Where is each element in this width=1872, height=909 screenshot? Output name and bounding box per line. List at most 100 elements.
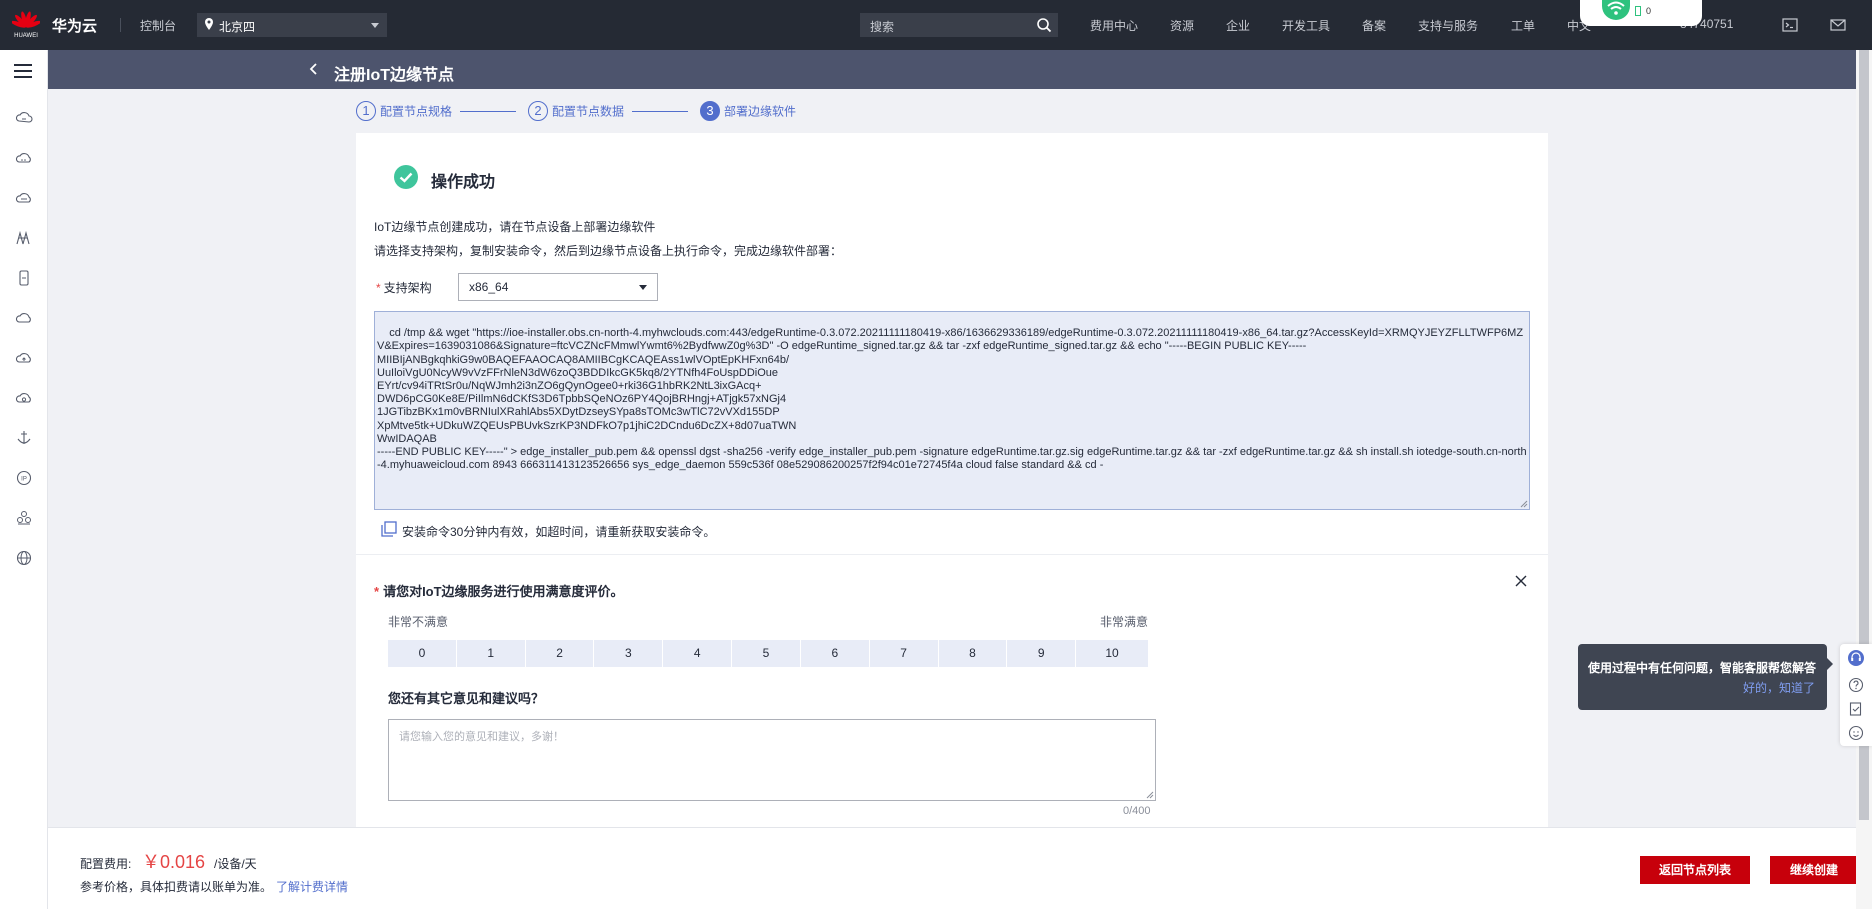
arch-label: * 支持架构 bbox=[376, 279, 432, 296]
feedback-form-icon[interactable] bbox=[1848, 701, 1864, 717]
success-check-icon bbox=[394, 165, 418, 189]
battery-icon bbox=[1635, 6, 1641, 16]
rating-option-2[interactable]: 2 bbox=[525, 640, 594, 667]
region-selector[interactable]: 北京四 bbox=[197, 13, 387, 37]
survey-title-text: 请您对IoT边缘服务进行使用满意度评价。 bbox=[383, 584, 624, 599]
assistant-dismiss-link[interactable]: 好的，知道了 bbox=[1743, 679, 1815, 696]
nav-dev-tools[interactable]: 开发工具 bbox=[1282, 17, 1330, 34]
install-command-textarea[interactable]: cd /tmp && wget "https://ioe-installer.o… bbox=[374, 311, 1530, 510]
success-title: 操作成功 bbox=[431, 174, 496, 191]
left-sidebar: IP bbox=[0, 50, 48, 909]
tooltip-arrow bbox=[1827, 658, 1833, 670]
back-to-list-button[interactable]: 返回节点列表 bbox=[1640, 856, 1750, 884]
nav-enterprise[interactable]: 企业 bbox=[1226, 17, 1250, 34]
step-label: 部署边缘软件 bbox=[724, 104, 797, 119]
ip-icon[interactable]: IP bbox=[15, 469, 33, 487]
arch-select[interactable]: x86_64 bbox=[458, 273, 658, 301]
arch-label-text: 支持架构 bbox=[383, 281, 432, 295]
rating-option-1[interactable]: 1 bbox=[456, 640, 525, 667]
step-number: 3 bbox=[700, 101, 720, 121]
mobile-icon[interactable] bbox=[15, 269, 33, 287]
search-placeholder: 搜索 bbox=[870, 20, 895, 34]
logo-caption: HUAWEI bbox=[14, 33, 38, 39]
fee-price: ￥0.016 bbox=[142, 852, 206, 872]
wifi-icon bbox=[1602, 0, 1630, 20]
anchor-icon[interactable] bbox=[15, 429, 33, 447]
nav-filing[interactable]: 备案 bbox=[1362, 17, 1386, 34]
huawei-logo[interactable]: HUAWEI bbox=[10, 10, 42, 40]
search-icon[interactable] bbox=[1036, 17, 1052, 33]
location-pin-icon bbox=[205, 18, 213, 30]
rating-option-9[interactable]: 9 bbox=[1007, 640, 1076, 667]
success-message: IoT边缘节点创建成功，请在节点设备上部署边缘软件 bbox=[374, 220, 656, 234]
rating-scale: 0 1 2 3 4 5 6 7 8 9 10 bbox=[388, 640, 1148, 667]
huawei-flower-icon bbox=[10, 11, 42, 28]
step-1: 1 配置节点规格 bbox=[356, 101, 452, 121]
resize-handle-icon[interactable] bbox=[1520, 500, 1528, 508]
assistant-tooltip: 使用过程中有任何问题，智能客服帮您解答 好的，知道了 bbox=[1578, 644, 1833, 710]
step-connector bbox=[460, 111, 516, 112]
assistant-message: 使用过程中有任何问题，智能客服帮您解答 bbox=[1588, 661, 1817, 675]
page-scrollbar[interactable] bbox=[1856, 50, 1872, 909]
close-icon[interactable] bbox=[1514, 574, 1528, 588]
step-label: 配置节点规格 bbox=[380, 104, 453, 119]
cloud-service-icon[interactable] bbox=[15, 149, 33, 167]
scale-low-label: 非常不满意 bbox=[388, 615, 449, 629]
fee-unit: /设备/天 bbox=[214, 857, 257, 871]
copy-icon[interactable] bbox=[381, 521, 397, 537]
step-connector bbox=[632, 111, 688, 112]
billing-details-link[interactable]: 了解计费详情 bbox=[276, 878, 348, 895]
rating-option-5[interactable]: 5 bbox=[732, 640, 800, 667]
cloud-refresh-icon[interactable] bbox=[15, 389, 33, 407]
mail-icon[interactable] bbox=[1830, 18, 1846, 32]
status-count: 0 bbox=[1646, 6, 1652, 16]
instruction-text: 请选择支持架构，复制安装命令，然后到边缘节点设备上执行命令，完成边缘软件部署： bbox=[374, 244, 843, 258]
chevron-down-icon bbox=[371, 23, 379, 28]
console-link[interactable]: 控制台 bbox=[140, 17, 176, 34]
command-validity-note: 安装命令30分钟内有效，如超时间，请重新获取安装命令。 bbox=[402, 525, 716, 539]
nav-support[interactable]: 支持与服务 bbox=[1418, 17, 1478, 34]
step-3-current: 3 部署边缘软件 bbox=[700, 101, 796, 121]
terminal-icon[interactable] bbox=[1782, 18, 1798, 32]
cloud-upload-icon[interactable] bbox=[15, 349, 33, 367]
step-number: 1 bbox=[356, 101, 376, 121]
smiley-icon[interactable] bbox=[1848, 725, 1864, 741]
price-reference-note: 参考价格，具体扣费请以账单为准。 bbox=[80, 880, 273, 894]
rating-option-3[interactable]: 3 bbox=[594, 640, 663, 667]
customer-service-icon[interactable] bbox=[1848, 650, 1864, 666]
rating-option-7[interactable]: 7 bbox=[869, 640, 938, 667]
brand-name[interactable]: 华为云 bbox=[52, 15, 97, 36]
install-command-text: cd /tmp && wget "https://ioe-installer.o… bbox=[377, 327, 1527, 472]
page-title-bar: 注册IoT边缘节点 bbox=[48, 50, 1856, 89]
network-icon[interactable] bbox=[15, 229, 33, 247]
section-divider bbox=[356, 554, 1548, 555]
survey-title: * 请您对IoT边缘服务进行使用满意度评价。 bbox=[374, 581, 624, 600]
network-status-popup: 0 bbox=[1580, 0, 1702, 26]
cloud-icon[interactable] bbox=[15, 309, 33, 327]
cluster-icon[interactable] bbox=[15, 509, 33, 527]
cloud-server-icon[interactable] bbox=[15, 109, 33, 127]
menu-icon[interactable] bbox=[14, 64, 32, 78]
char-counter: 0/400 bbox=[1123, 805, 1151, 817]
floating-tool-rail bbox=[1840, 644, 1872, 746]
search-input[interactable]: 搜索 bbox=[860, 13, 1058, 37]
database-icon[interactable] bbox=[15, 189, 33, 207]
continue-create-button[interactable]: 继续创建 bbox=[1770, 856, 1858, 884]
nav-tickets[interactable]: 工单 bbox=[1511, 17, 1535, 34]
bottom-action-bar: 配置费用: ￥0.016 /设备/天 参考价格，具体扣费请以账单为准。 了解计费… bbox=[48, 827, 1858, 909]
result-card: 操作成功 IoT边缘节点创建成功，请在节点设备上部署边缘软件 请选择支持架构，复… bbox=[356, 133, 1548, 827]
resize-handle-icon[interactable] bbox=[1146, 791, 1154, 799]
rating-option-6[interactable]: 6 bbox=[800, 640, 869, 667]
rating-option-4[interactable]: 4 bbox=[663, 640, 732, 667]
help-icon[interactable] bbox=[1848, 677, 1864, 693]
nav-billing-center[interactable]: 费用中心 bbox=[1090, 17, 1138, 34]
svg-text:IP: IP bbox=[21, 477, 27, 483]
rating-option-8[interactable]: 8 bbox=[938, 640, 1007, 667]
nav-resources[interactable]: 资源 bbox=[1170, 17, 1194, 34]
globe-icon[interactable] bbox=[15, 549, 33, 567]
feedback-placeholder: 请您输入您的意见和建议，多谢！ bbox=[399, 731, 564, 743]
rating-option-0[interactable]: 0 bbox=[388, 640, 456, 667]
rating-option-10[interactable]: 10 bbox=[1076, 640, 1148, 667]
back-arrow-icon[interactable] bbox=[306, 61, 322, 77]
feedback-textarea[interactable]: 请您输入您的意见和建议，多谢！ bbox=[388, 719, 1156, 801]
